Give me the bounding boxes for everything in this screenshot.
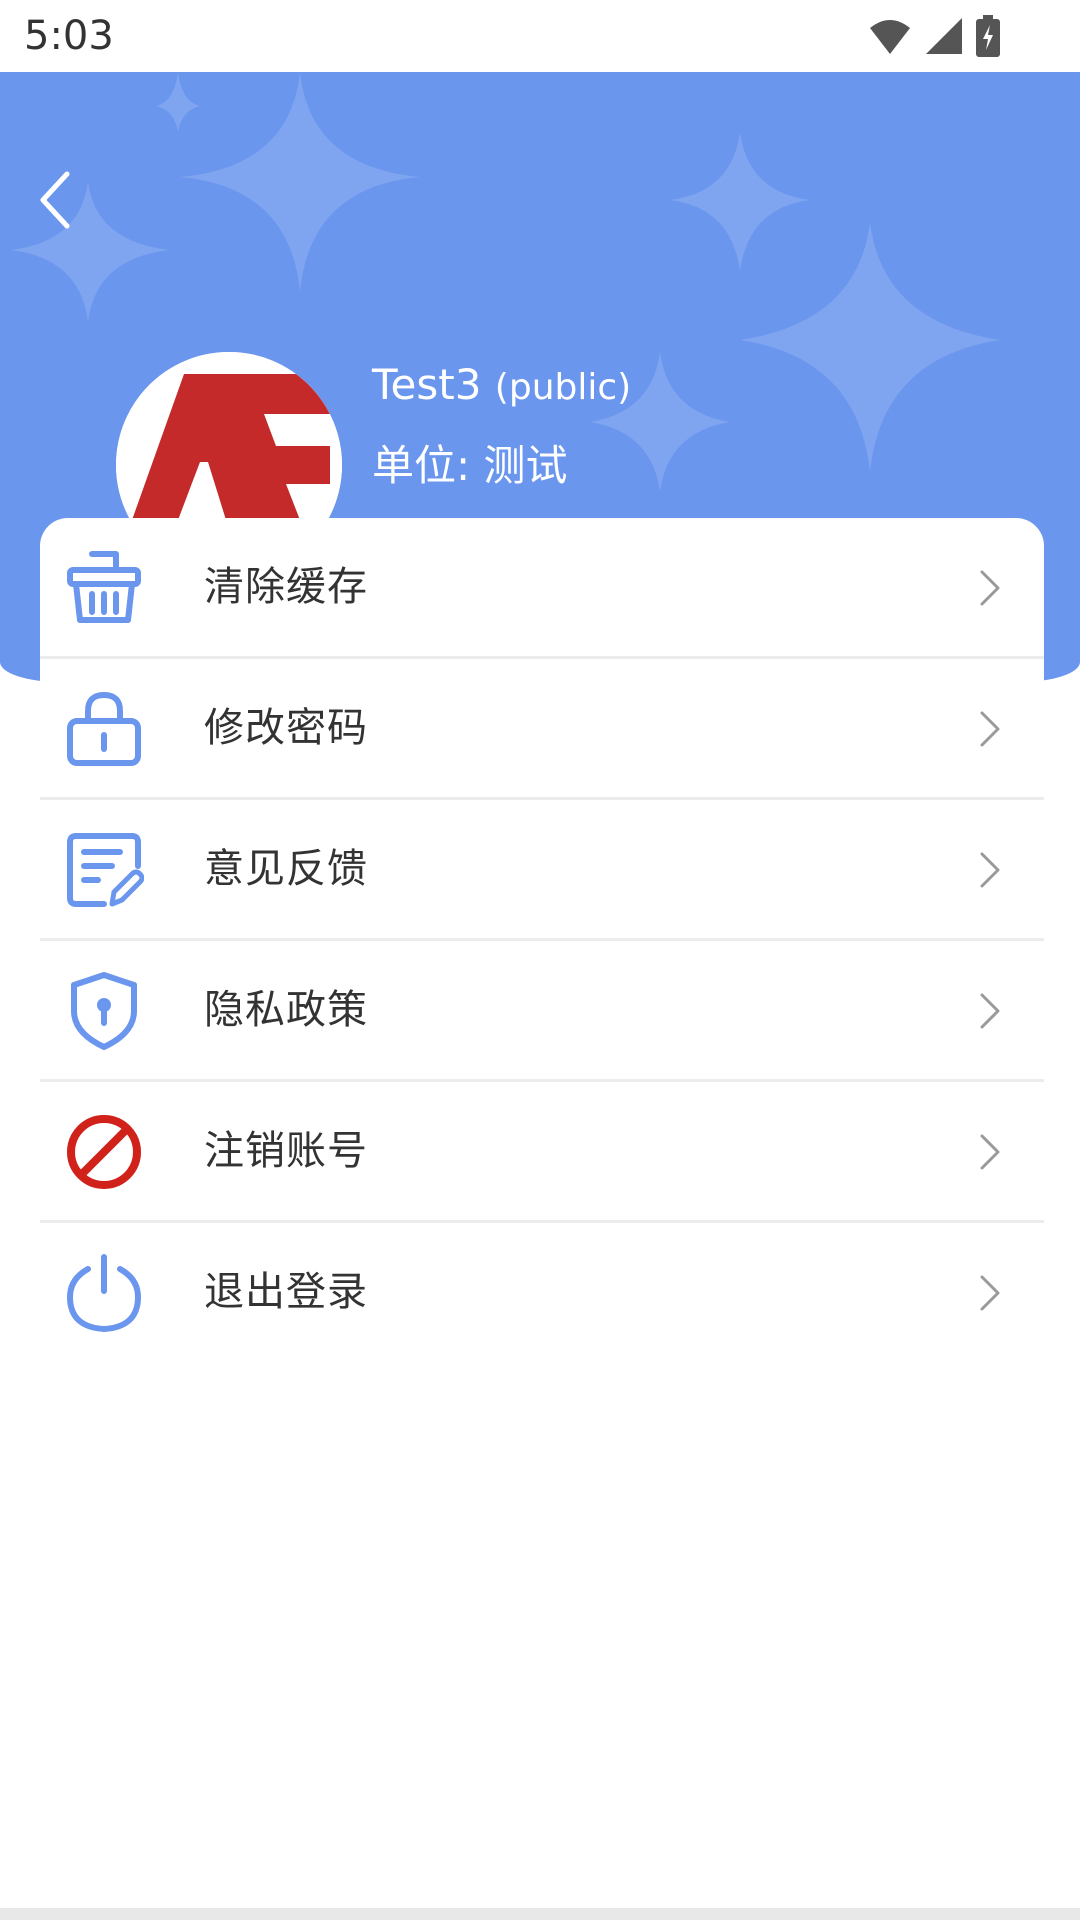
menu-item-label: 意见反馈 <box>204 846 368 892</box>
chevron-right-icon <box>980 1134 1000 1170</box>
profile-name-suffix: (public) <box>494 367 632 408</box>
signal-icon <box>926 18 962 54</box>
chevron-right-icon <box>980 1275 1000 1311</box>
chevron-right-icon <box>980 852 1000 888</box>
menu-item-feedback[interactable]: 意见反馈 <box>40 800 1044 941</box>
menu-item-label: 隐私政策 <box>204 987 368 1033</box>
menu-item-label: 清除缓存 <box>204 564 368 610</box>
profile-name: Test3 <box>372 360 482 409</box>
menu-item-clear-cache[interactable]: 清除缓存 <box>40 518 1044 659</box>
chevron-right-icon <box>980 993 1000 1029</box>
chevron-left-icon <box>40 171 70 229</box>
menu-item-label: 修改密码 <box>204 705 368 751</box>
power-icon <box>66 1254 142 1333</box>
status-icons <box>868 14 1000 58</box>
lock-icon <box>67 691 141 766</box>
menu-item-privacy-policy[interactable]: 隐私政策 <box>40 941 1044 1082</box>
profile-name-line: Test3 (public) <box>372 346 631 427</box>
chevron-right-icon <box>980 570 1000 606</box>
basket-icon <box>67 551 141 623</box>
ban-icon <box>67 1115 141 1189</box>
menu-item-change-password[interactable]: 修改密码 <box>40 659 1044 800</box>
menu-item-logout[interactable]: 退出登录 <box>40 1223 1044 1361</box>
settings-menu: 清除缓存 修改密码 意见反馈 隐私政策 注销账号 退出登录 <box>40 518 1044 1361</box>
menu-item-label: 注销账号 <box>204 1128 368 1174</box>
status-bar: 5:03 <box>0 0 1080 72</box>
shield-icon <box>71 972 137 1050</box>
profile-unit: 单位: 测试 <box>372 441 568 490</box>
wifi-icon <box>870 20 910 54</box>
battery-charging-icon <box>976 15 1000 57</box>
menu-item-label: 退出登录 <box>204 1269 368 1315</box>
feedback-edit-icon <box>67 833 144 907</box>
bottom-edge <box>0 1908 1080 1920</box>
back-button[interactable] <box>20 160 90 240</box>
menu-item-delete-account[interactable]: 注销账号 <box>40 1082 1044 1223</box>
chevron-right-icon <box>980 711 1000 747</box>
status-time: 5:03 <box>24 13 114 59</box>
